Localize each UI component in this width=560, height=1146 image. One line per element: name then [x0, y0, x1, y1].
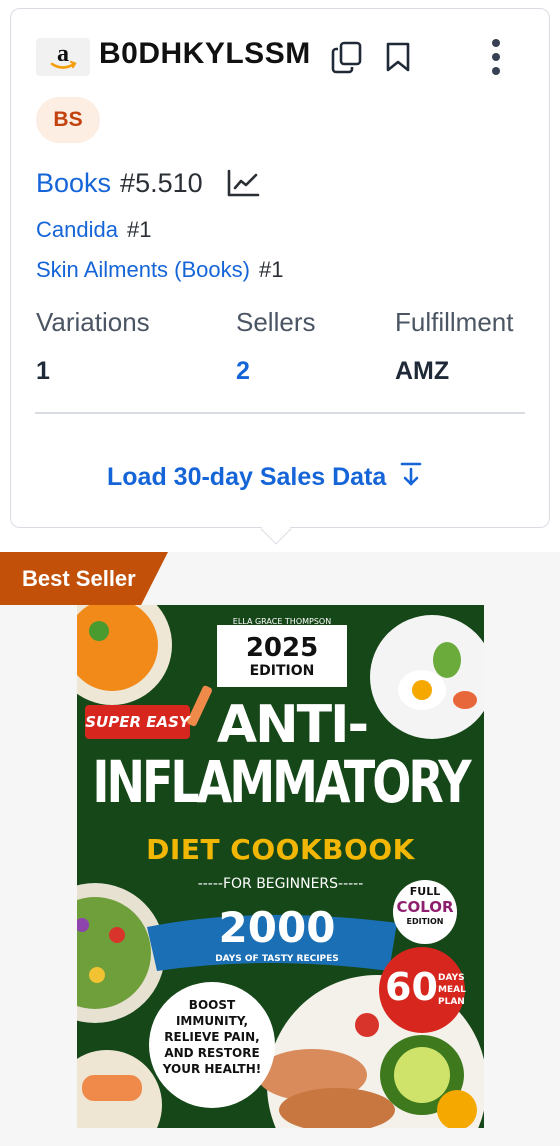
cover-promo: BOOST IMMUNITY, RELIEVE PAIN, AND RESTOR…	[157, 997, 267, 1077]
cover-edition: EDITION	[249, 663, 315, 679]
cover-color-badge-1: FULL	[409, 885, 441, 898]
cover-promo-line: AND RESTORE	[164, 1046, 260, 1060]
cover-year: 2025	[245, 633, 319, 663]
cover-meal-1: DAYS	[438, 973, 465, 983]
svg-text:a: a	[57, 42, 69, 67]
cover-promo-line: RELIEVE PAIN,	[164, 1030, 260, 1044]
subcategory-rank: Candida #1	[36, 217, 151, 243]
sellers-stat: Sellers 2	[236, 307, 315, 386]
best-seller-badge: BS	[36, 97, 100, 143]
asin-code: B0DHKYLSSM	[99, 37, 311, 70]
cover-title-line-2: INFLAMMATORY	[92, 748, 471, 816]
cover-promo-line: BOOST	[188, 998, 236, 1012]
category-link-books[interactable]: Books	[36, 168, 111, 199]
divider	[35, 412, 525, 414]
copy-icon[interactable]	[327, 37, 367, 77]
stat-value: 1	[36, 357, 50, 385]
cover-author: ELLA GRACE THOMPSON	[232, 617, 332, 626]
cover-big-number-caption: DAYS OF TASTY RECIPES	[215, 954, 339, 964]
stat-label: Fulfillment	[395, 307, 514, 337]
best-seller-ribbon: Best Seller	[0, 552, 168, 605]
main-category-rank: Books #5.510	[36, 167, 262, 199]
cover-big-number: 2000	[218, 903, 336, 952]
product-image-area: Best Seller ELLA GRACE THOMPSON 2025 EDI…	[0, 552, 560, 1146]
product-info-card: a B0DHKYLSSM BS Books #5.510 Candida #1 …	[10, 8, 550, 528]
stat-label: Sellers	[236, 307, 316, 337]
load-sales-data-button[interactable]: Load 30-day Sales Data	[107, 457, 422, 497]
cover-color-badge-3: EDITION	[406, 917, 444, 926]
book-cover-image[interactable]: ELLA GRACE THOMPSON 2025 EDITION SUPER E…	[77, 605, 484, 1128]
more-vertical-icon[interactable]	[481, 35, 511, 79]
subcategory-rank: Skin Ailments (Books) #1	[36, 257, 283, 283]
cover-promo-line: YOUR HEALTH!	[162, 1062, 262, 1076]
variations-stat: Variations 1	[36, 307, 150, 386]
cover-title-line-3: DIET COOKBOOK	[146, 833, 415, 866]
line-chart-icon[interactable]	[226, 167, 262, 199]
cover-tag: SUPER EASY	[85, 713, 190, 731]
stat-value: AMZ	[395, 357, 450, 385]
amazon-logo-icon[interactable]: a	[36, 38, 90, 76]
stat-label: Variations	[36, 307, 150, 337]
cover-color-badge-2: COLOR	[396, 898, 454, 916]
load-sales-label: Load 30-day Sales Data	[107, 462, 387, 491]
subcategory-link[interactable]: Candida	[36, 217, 118, 243]
cover-meal-3: PLAN	[438, 997, 465, 1007]
arrow-down-to-line-icon	[400, 461, 422, 494]
cover-meal-number: 60	[385, 965, 438, 1009]
cover-title-line-1: ANTI-	[216, 695, 369, 755]
subcategory-rank-value: #1	[258, 257, 284, 282]
category-rank: #5.510	[120, 167, 203, 198]
bookmark-icon[interactable]	[381, 37, 415, 77]
cover-art	[77, 605, 484, 1128]
cover-promo-line: IMMUNITY,	[175, 1014, 249, 1028]
fulfillment-stat: Fulfillment AMZ	[395, 307, 513, 386]
subcategory-rank-value: #1	[126, 217, 152, 242]
sellers-link[interactable]: 2	[236, 357, 315, 386]
subcategory-link[interactable]: Skin Ailments (Books)	[36, 257, 250, 283]
cover-meal-2: MEAL	[438, 985, 466, 995]
